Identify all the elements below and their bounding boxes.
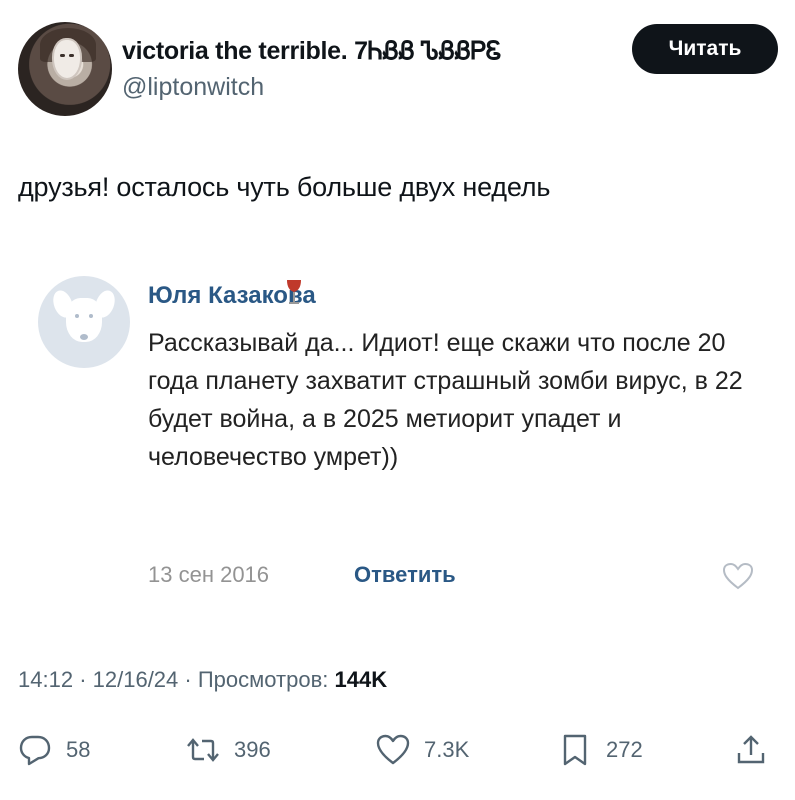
like-count: 7.3K xyxy=(424,737,470,762)
repost-icon xyxy=(187,738,219,762)
avatar-eye xyxy=(60,54,65,57)
tweet-header: victoria the terrible. 7ᏂᏰᏰ ᏖᏰᏰᏢᏋ @lipto… xyxy=(18,22,778,118)
commenter-avatar xyxy=(38,276,130,368)
heart-icon xyxy=(376,734,410,765)
embedded-screenshot: Юля Казакова Рассказывай да... Идиот! ещ… xyxy=(26,262,768,632)
bookmark-button[interactable]: 272 xyxy=(558,730,643,770)
share-button[interactable] xyxy=(734,730,768,770)
tweet-text: друзья! осталось чуть больше двух недель xyxy=(18,172,551,202)
follow-button[interactable]: Читать xyxy=(632,24,778,74)
author-name[interactable]: victoria the terrible. 7ᏂᏰᏰ ᏖᏰᏰᏢᏋ xyxy=(122,37,502,66)
dog-eye xyxy=(75,314,79,318)
reply-count: 58 xyxy=(66,737,91,762)
meta-separator: · xyxy=(184,667,198,692)
author-avatar[interactable] xyxy=(18,22,112,116)
meta-separator: · xyxy=(79,667,93,692)
avatar-eye xyxy=(69,54,74,57)
comment-date: 13 сен 2016 xyxy=(148,562,270,587)
comment-heart-icon xyxy=(722,562,754,590)
comment-reply-link: Ответить xyxy=(354,562,456,587)
bookmark-icon xyxy=(563,734,587,766)
bookmark-count: 272 xyxy=(606,737,643,762)
tweet-date[interactable]: 12/16/24 xyxy=(93,667,179,692)
dog-nose xyxy=(80,334,88,340)
reply-button[interactable]: 58 xyxy=(18,730,90,770)
views-count: 144K xyxy=(334,667,388,692)
tweet-time[interactable]: 14:12 xyxy=(18,667,73,692)
reply-icon xyxy=(19,735,51,766)
repost-count: 396 xyxy=(234,737,271,762)
share-icon xyxy=(737,735,765,764)
tweet-meta: 14:12 · 12/16/24 · Просмотров: 144K xyxy=(18,667,387,693)
author-handle[interactable]: @liptonwitch xyxy=(122,73,264,102)
wine-glass-icon xyxy=(287,280,301,304)
repost-button[interactable]: 396 xyxy=(186,730,271,770)
comment-text: Рассказывай да... Идиот! еще скажи что п… xyxy=(148,329,743,471)
avatar-mask xyxy=(54,40,80,78)
views-label: Просмотров: xyxy=(197,667,329,692)
action-bar: 58 396 7.3K 272 xyxy=(18,730,778,770)
like-button[interactable]: 7.3K xyxy=(376,730,469,770)
dog-eye xyxy=(89,314,93,318)
